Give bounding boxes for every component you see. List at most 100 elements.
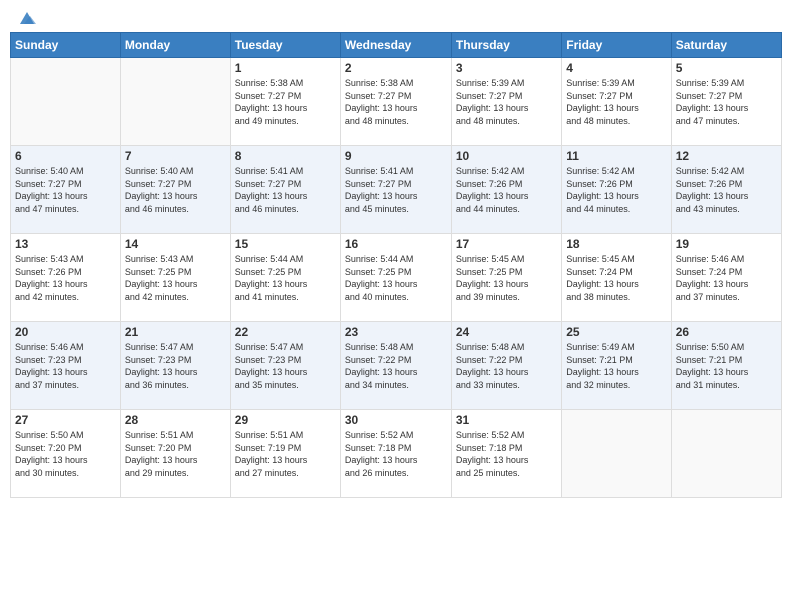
- calendar-cell: [11, 58, 121, 146]
- day-number: 13: [15, 237, 116, 251]
- day-number: 10: [456, 149, 557, 163]
- day-info: Sunrise: 5:41 AM Sunset: 7:27 PM Dayligh…: [235, 165, 336, 215]
- day-info: Sunrise: 5:48 AM Sunset: 7:22 PM Dayligh…: [345, 341, 447, 391]
- calendar-cell: 20Sunrise: 5:46 AM Sunset: 7:23 PM Dayli…: [11, 322, 121, 410]
- day-info: Sunrise: 5:52 AM Sunset: 7:18 PM Dayligh…: [456, 429, 557, 479]
- calendar-cell: 30 Sunrise: 5:52 AM Sunset: 7:18 PM Dayli…: [340, 410, 451, 498]
- calendar-cell: 13 Sunrise: 5:43 AM Sunset: 7:26 PM Dayli…: [11, 234, 121, 322]
- day-info: Sunrise: 5:41 AM Sunset: 7:27 PM Dayligh…: [345, 165, 447, 215]
- calendar-cell: 21Sunrise: 5:47 AM Sunset: 7:23 PM Dayli…: [120, 322, 230, 410]
- day-number: 27: [15, 413, 116, 427]
- calendar-cell: [120, 58, 230, 146]
- calendar-cell: 29 Sunrise: 5:51 AM Sunset: 7:19 PM Dayli…: [230, 410, 340, 498]
- day-number: 3: [456, 61, 557, 75]
- calendar-cell: 1 Sunrise: 5:38 AM Sunset: 7:27 PM Daylig…: [230, 58, 340, 146]
- calendar-cell: [562, 410, 671, 498]
- day-info: Sunrise: 5:49 AM Sunset: 7:21 PM Dayligh…: [566, 341, 666, 391]
- calendar-cell: 17 Sunrise: 5:45 AM Sunset: 7:25 PM Dayli…: [451, 234, 561, 322]
- calendar-cell: 18Sunrise: 5:45 AM Sunset: 7:24 PM Dayli…: [562, 234, 671, 322]
- day-number: 26: [676, 325, 777, 339]
- calendar-week-row: 20Sunrise: 5:46 AM Sunset: 7:23 PM Dayli…: [11, 322, 782, 410]
- calendar-cell: 4 Sunrise: 5:39 AM Sunset: 7:27 PM Daylig…: [562, 58, 671, 146]
- calendar-week-row: 13 Sunrise: 5:43 AM Sunset: 7:26 PM Dayli…: [11, 234, 782, 322]
- calendar-cell: 9 Sunrise: 5:41 AM Sunset: 7:27 PM Daylig…: [340, 146, 451, 234]
- calendar-cell: 19 Sunrise: 5:46 AM Sunset: 7:24 PM Dayli…: [671, 234, 781, 322]
- day-number: 20: [15, 325, 116, 339]
- calendar-cell: 25 Sunrise: 5:49 AM Sunset: 7:21 PM Dayli…: [562, 322, 671, 410]
- calendar-cell: 5Sunrise: 5:39 AM Sunset: 7:27 PM Daylig…: [671, 58, 781, 146]
- calendar-table: SundayMondayTuesdayWednesdayThursdayFrid…: [10, 32, 782, 498]
- day-info: Sunrise: 5:50 AM Sunset: 7:21 PM Dayligh…: [676, 341, 777, 391]
- day-info: Sunrise: 5:39 AM Sunset: 7:27 PM Dayligh…: [566, 77, 666, 127]
- day-info: Sunrise: 5:42 AM Sunset: 7:26 PM Dayligh…: [456, 165, 557, 215]
- calendar-cell: 28 Sunrise: 5:51 AM Sunset: 7:20 PM Dayli…: [120, 410, 230, 498]
- page-header: [10, 10, 782, 24]
- day-number: 12: [676, 149, 777, 163]
- day-number: 30: [345, 413, 447, 427]
- calendar-week-row: 1 Sunrise: 5:38 AM Sunset: 7:27 PM Daylig…: [11, 58, 782, 146]
- day-info: Sunrise: 5:39 AM Sunset: 7:27 PM Dayligh…: [676, 77, 777, 127]
- calendar-week-row: 6 Sunrise: 5:40 AM Sunset: 7:27 PM Daylig…: [11, 146, 782, 234]
- day-number: 28: [125, 413, 226, 427]
- calendar-cell: 22Sunrise: 5:47 AM Sunset: 7:23 PM Dayli…: [230, 322, 340, 410]
- day-info: Sunrise: 5:44 AM Sunset: 7:25 PM Dayligh…: [235, 253, 336, 303]
- weekday-header: Saturday: [671, 33, 781, 58]
- day-number: 23: [345, 325, 447, 339]
- day-number: 4: [566, 61, 666, 75]
- day-number: 1: [235, 61, 336, 75]
- day-info: Sunrise: 5:52 AM Sunset: 7:18 PM Dayligh…: [345, 429, 447, 479]
- calendar-header-row: SundayMondayTuesdayWednesdayThursdayFrid…: [11, 33, 782, 58]
- calendar-cell: 27 Sunrise: 5:50 AM Sunset: 7:20 PM Dayli…: [11, 410, 121, 498]
- calendar-cell: 23 Sunrise: 5:48 AM Sunset: 7:22 PM Dayli…: [340, 322, 451, 410]
- calendar-cell: 12 Sunrise: 5:42 AM Sunset: 7:26 PM Dayli…: [671, 146, 781, 234]
- day-info: Sunrise: 5:51 AM Sunset: 7:20 PM Dayligh…: [125, 429, 226, 479]
- weekday-header: Tuesday: [230, 33, 340, 58]
- weekday-header: Thursday: [451, 33, 561, 58]
- day-info: Sunrise: 5:42 AM Sunset: 7:26 PM Dayligh…: [676, 165, 777, 215]
- day-info: Sunrise: 5:38 AM Sunset: 7:27 PM Dayligh…: [235, 77, 336, 127]
- calendar-cell: 2 Sunrise: 5:38 AM Sunset: 7:27 PM Daylig…: [340, 58, 451, 146]
- day-info: Sunrise: 5:39 AM Sunset: 7:27 PM Dayligh…: [456, 77, 557, 127]
- calendar-cell: 26 Sunrise: 5:50 AM Sunset: 7:21 PM Dayli…: [671, 322, 781, 410]
- weekday-header: Monday: [120, 33, 230, 58]
- day-number: 31: [456, 413, 557, 427]
- day-info: Sunrise: 5:46 AM Sunset: 7:24 PM Dayligh…: [676, 253, 777, 303]
- calendar-cell: 11 Sunrise: 5:42 AM Sunset: 7:26 PM Dayli…: [562, 146, 671, 234]
- day-number: 19: [676, 237, 777, 251]
- day-info: Sunrise: 5:38 AM Sunset: 7:27 PM Dayligh…: [345, 77, 447, 127]
- day-number: 8: [235, 149, 336, 163]
- day-info: Sunrise: 5:42 AM Sunset: 7:26 PM Dayligh…: [566, 165, 666, 215]
- day-info: Sunrise: 5:51 AM Sunset: 7:19 PM Dayligh…: [235, 429, 336, 479]
- calendar-cell: 14Sunrise: 5:43 AM Sunset: 7:25 PM Dayli…: [120, 234, 230, 322]
- day-number: 25: [566, 325, 666, 339]
- day-number: 17: [456, 237, 557, 251]
- calendar-cell: 31 Sunrise: 5:52 AM Sunset: 7:18 PM Dayli…: [451, 410, 561, 498]
- calendar-cell: 15 Sunrise: 5:44 AM Sunset: 7:25 PM Dayli…: [230, 234, 340, 322]
- calendar-cell: 24Sunrise: 5:48 AM Sunset: 7:22 PM Dayli…: [451, 322, 561, 410]
- day-info: Sunrise: 5:50 AM Sunset: 7:20 PM Dayligh…: [15, 429, 116, 479]
- calendar-week-row: 27 Sunrise: 5:50 AM Sunset: 7:20 PM Dayli…: [11, 410, 782, 498]
- day-number: 9: [345, 149, 447, 163]
- calendar-cell: 16 Sunrise: 5:44 AM Sunset: 7:25 PM Dayli…: [340, 234, 451, 322]
- day-number: 15: [235, 237, 336, 251]
- calendar-cell: [671, 410, 781, 498]
- calendar-cell: 8 Sunrise: 5:41 AM Sunset: 7:27 PM Daylig…: [230, 146, 340, 234]
- day-info: Sunrise: 5:47 AM Sunset: 7:23 PM Dayligh…: [235, 341, 336, 391]
- day-number: 14: [125, 237, 226, 251]
- calendar-cell: 3 Sunrise: 5:39 AM Sunset: 7:27 PM Daylig…: [451, 58, 561, 146]
- day-number: 29: [235, 413, 336, 427]
- day-info: Sunrise: 5:43 AM Sunset: 7:26 PM Dayligh…: [15, 253, 116, 303]
- day-number: 6: [15, 149, 116, 163]
- day-info: Sunrise: 5:48 AM Sunset: 7:22 PM Dayligh…: [456, 341, 557, 391]
- day-info: Sunrise: 5:45 AM Sunset: 7:25 PM Dayligh…: [456, 253, 557, 303]
- day-info: Sunrise: 5:45 AM Sunset: 7:24 PM Dayligh…: [566, 253, 666, 303]
- day-info: Sunrise: 5:44 AM Sunset: 7:25 PM Dayligh…: [345, 253, 447, 303]
- day-info: Sunrise: 5:47 AM Sunset: 7:23 PM Dayligh…: [125, 341, 226, 391]
- weekday-header: Wednesday: [340, 33, 451, 58]
- day-info: Sunrise: 5:40 AM Sunset: 7:27 PM Dayligh…: [125, 165, 226, 215]
- day-number: 2: [345, 61, 447, 75]
- calendar-cell: 7 Sunrise: 5:40 AM Sunset: 7:27 PM Daylig…: [120, 146, 230, 234]
- day-number: 7: [125, 149, 226, 163]
- day-number: 16: [345, 237, 447, 251]
- day-number: 11: [566, 149, 666, 163]
